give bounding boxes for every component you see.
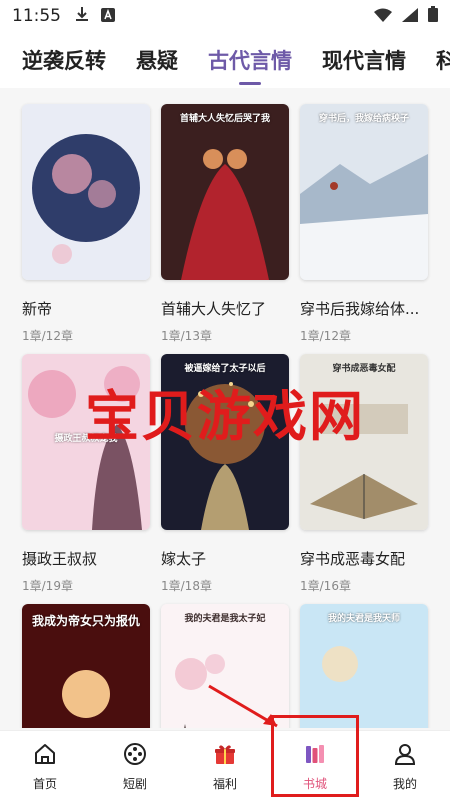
tab-scifi[interactable]: 科幻 <box>436 45 450 75</box>
book-cover[interactable]: 我的夫君是我天师 <box>300 604 428 728</box>
status-bar: 11:55 <box>0 0 450 32</box>
book-title[interactable]: 首辅大人失忆了 <box>161 298 289 319</box>
cover-title: 穿书后，我嫁给病秧子 <box>318 114 409 124</box>
nav-rewards[interactable]: 福利 <box>180 731 270 800</box>
book-card[interactable]: 新帝 1章/12章 <box>22 104 150 344</box>
nav-label: 短剧 <box>122 777 147 791</box>
watermark-text: 宝贝游戏网 <box>85 385 365 448</box>
annotation-highlight-box <box>271 715 359 797</box>
book-cover[interactable] <box>22 104 150 280</box>
book-title[interactable]: 穿书后我嫁给体... <box>300 298 428 319</box>
book-cover[interactable]: 首辅大人失忆后哭了我 <box>161 104 289 280</box>
book-chapter-count: 1章/13章 <box>161 329 212 343</box>
book-card[interactable]: 我成为帝女只为报仇 <box>22 604 150 728</box>
book-title[interactable]: 摄政王叔叔 <box>22 548 150 569</box>
book-title[interactable]: 穿书成恶毒女配 <box>300 548 428 569</box>
signal-icon <box>402 7 418 26</box>
tab-counterattack[interactable]: 逆袭反转 <box>22 45 106 75</box>
film-reel-icon <box>122 741 148 767</box>
tab-modern-romance[interactable]: 现代言情 <box>322 45 406 75</box>
nav-home[interactable]: 首页 <box>0 731 90 800</box>
tab-suspense[interactable]: 悬疑 <box>136 45 178 75</box>
battery-icon <box>428 6 438 26</box>
download-icon <box>75 6 89 26</box>
book-chapter-count: 1章/12章 <box>22 329 73 343</box>
book-chapter-count: 1章/18章 <box>161 579 212 593</box>
nav-label: 首页 <box>32 777 57 791</box>
nav-profile[interactable]: 我的 <box>360 731 450 800</box>
book-title[interactable]: 嫁太子 <box>161 548 289 569</box>
book-card[interactable]: 我的夫君是我天师 <box>300 604 428 728</box>
book-cover[interactable]: 我成为帝女只为报仇 <box>22 604 150 728</box>
book-card[interactable]: 穿书后，我嫁给病秧子 穿书后我嫁给体... 1章/12章 <box>300 104 428 344</box>
nav-label: 福利 <box>212 777 237 791</box>
home-icon <box>32 741 58 767</box>
gift-icon <box>212 741 238 767</box>
book-title[interactable]: 新帝 <box>22 298 150 319</box>
status-time: 11:55 <box>12 6 61 26</box>
tab-ancient-romance[interactable]: 古代言情 <box>208 45 292 75</box>
app-badge-icon <box>101 7 115 26</box>
bottom-nav: 首页 短剧 福利 书城 我的 <box>0 730 450 800</box>
book-chapter-count: 1章/19章 <box>22 579 73 593</box>
book-cover[interactable]: 穿书后，我嫁给病秧子 <box>300 104 428 280</box>
book-chapter-count: 1章/16章 <box>300 579 351 593</box>
wifi-icon <box>374 7 392 26</box>
category-tabs: 逆袭反转 悬疑 古代言情 现代言情 科幻 <box>0 32 450 88</box>
book-chapter-count: 1章/12章 <box>300 329 351 343</box>
nav-label: 我的 <box>392 777 417 791</box>
book-card[interactable]: 首辅大人失忆后哭了我 首辅大人失忆了 1章/13章 <box>161 104 289 344</box>
cover-title: 我的夫君是我太子妃 <box>184 614 266 624</box>
user-icon <box>392 741 418 767</box>
cover-title: 我的夫君是我天师 <box>327 614 400 624</box>
nav-short-drama[interactable]: 短剧 <box>90 731 180 800</box>
cover-title: 首辅大人失忆后哭了我 <box>179 114 270 124</box>
cover-title: 我成为帝女只为报仇 <box>31 614 140 628</box>
